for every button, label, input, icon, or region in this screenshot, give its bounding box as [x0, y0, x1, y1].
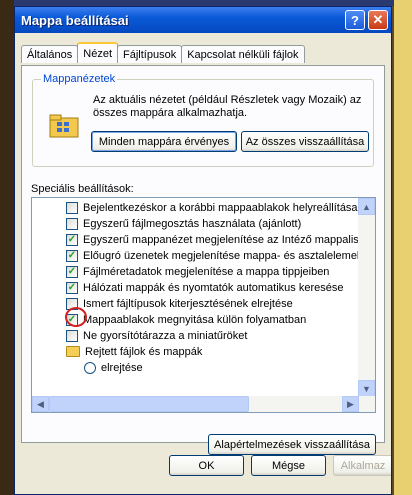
setting-label: Hálózati mappák és nyomtatók automatikus…: [83, 281, 344, 294]
folder-views-icon: [49, 114, 79, 138]
folder-icon: [66, 346, 80, 357]
setting-label: Rejtett fájlok és mappák: [85, 345, 203, 358]
checkbox-checked[interactable]: ✓: [66, 281, 78, 294]
checkbox-checked[interactable]: ✓: [66, 249, 78, 262]
help-button[interactable]: ?: [345, 10, 365, 30]
title-bar[interactable]: Mappa beállításai ? ✕: [15, 7, 391, 33]
setting-simple-sharing[interactable]: Egyszerű fájlmegosztás használata (ajánl…: [66, 216, 301, 231]
setting-hidden-do-not-show[interactable]: elrejtése: [84, 360, 143, 375]
scroll-up-arrow-icon[interactable]: ▲: [358, 198, 375, 215]
vertical-scrollbar[interactable]: ▲ ▼: [358, 198, 375, 397]
reset-all-folders-button[interactable]: Az összes visszaállítása: [241, 131, 369, 152]
scroll-right-arrow-icon[interactable]: ▶: [342, 396, 359, 412]
setting-hidden-files-folder: Rejtett fájlok és mappák: [66, 344, 202, 359]
advanced-settings-label: Speciális beállítások:: [31, 183, 134, 195]
setting-restore-windows[interactable]: Bejelentkezéskor a korábbi mappaablakok …: [66, 200, 358, 215]
restore-defaults-button[interactable]: Alapértelmezések visszaállítása: [208, 434, 376, 455]
folder-views-group: Mappanézetek Az aktuális nézetet (példáu…: [32, 73, 374, 167]
setting-label: Ismert fájltípusok kiterjesztésének elre…: [83, 297, 293, 310]
tab-offline-files[interactable]: Kapcsolat nélküli fájlok: [181, 45, 305, 63]
close-button[interactable]: ✕: [368, 10, 388, 30]
setting-label: Előugró üzenetek megjelenítése mappa- és…: [83, 249, 369, 262]
horizontal-scroll-thumb[interactable]: [49, 396, 249, 412]
checkbox-checked[interactable]: ✓: [66, 233, 78, 246]
radio-button[interactable]: [84, 361, 96, 374]
setting-label: Fájlméretadatok megjelenítése a mappa ti…: [83, 265, 330, 278]
tab-file-types[interactable]: Fájltípusok: [117, 45, 183, 63]
setting-label: Egyszerű fájlmegosztás használata (ajánl…: [83, 217, 302, 230]
folder-options-dialog: Mappa beállításai ? ✕ Általános Nézet Fá…: [14, 6, 392, 495]
window-title: Mappa beállításai: [21, 12, 129, 28]
checkbox[interactable]: [66, 217, 78, 230]
highlight-circle: [65, 307, 87, 327]
desktop-right: [394, 0, 412, 495]
setting-label: Bejelentkezéskor a korábbi mappaablakok …: [83, 201, 358, 214]
setting-label: Egyszerű mappanézet megjelenítése az Int…: [83, 233, 368, 246]
ok-button[interactable]: OK: [169, 455, 244, 476]
setting-popup-descriptions[interactable]: ✓ Előugró üzenetek megjelenítése mappa- …: [66, 248, 369, 263]
setting-hide-extensions[interactable]: Ismert fájltípusok kiterjesztésének elre…: [66, 296, 293, 311]
setting-no-thumbnail-cache[interactable]: Ne gyorsítótárazza a miniatűröket: [66, 328, 247, 343]
folder-views-title: Mappanézetek: [41, 73, 118, 85]
apply-to-all-folders-button[interactable]: Minden mappára érvényes: [91, 131, 237, 152]
setting-file-size-tips[interactable]: ✓ Fájlméretadatok megjelenítése a mappa …: [66, 264, 329, 279]
tab-view[interactable]: Nézet: [77, 42, 119, 63]
setting-simple-folder-view[interactable]: ✓ Egyszerű mappanézet megjelenítése az I…: [66, 232, 368, 247]
setting-label: Mappaablakok megnyitása külön folyamatba…: [83, 313, 307, 326]
checkbox-checked[interactable]: ✓: [66, 265, 78, 278]
tab-general[interactable]: Általános: [21, 45, 79, 63]
cancel-button[interactable]: Mégse: [251, 455, 326, 476]
horizontal-scrollbar[interactable]: ◀ ▶: [32, 396, 375, 412]
checkbox[interactable]: [66, 329, 78, 342]
setting-label: Ne gyorsítótárazza a miniatűröket: [83, 329, 248, 342]
setting-label: elrejtése: [101, 361, 143, 374]
setting-network-search[interactable]: ✓ Hálózati mappák és nyomtatók automatik…: [66, 280, 343, 295]
tab-strip: Általános Nézet Fájltípusok Kapcsolat né…: [21, 42, 305, 63]
view-tab-panel: Mappanézetek Az aktuális nézetet (példáu…: [21, 65, 385, 455]
scroll-left-arrow-icon[interactable]: ◀: [32, 396, 49, 412]
folder-views-description: Az aktuális nézetet (például Részletek v…: [93, 94, 362, 119]
setting-separate-process[interactable]: ✓ Mappaablakok megnyitása külön folyamat…: [66, 312, 306, 327]
scroll-down-arrow-icon[interactable]: ▼: [358, 380, 375, 397]
desktop-left: [0, 0, 14, 495]
advanced-settings-list: Bejelentkezéskor a korábbi mappaablakok …: [31, 197, 376, 413]
apply-button[interactable]: Alkalmaz: [333, 455, 391, 476]
checkbox[interactable]: [66, 201, 78, 214]
